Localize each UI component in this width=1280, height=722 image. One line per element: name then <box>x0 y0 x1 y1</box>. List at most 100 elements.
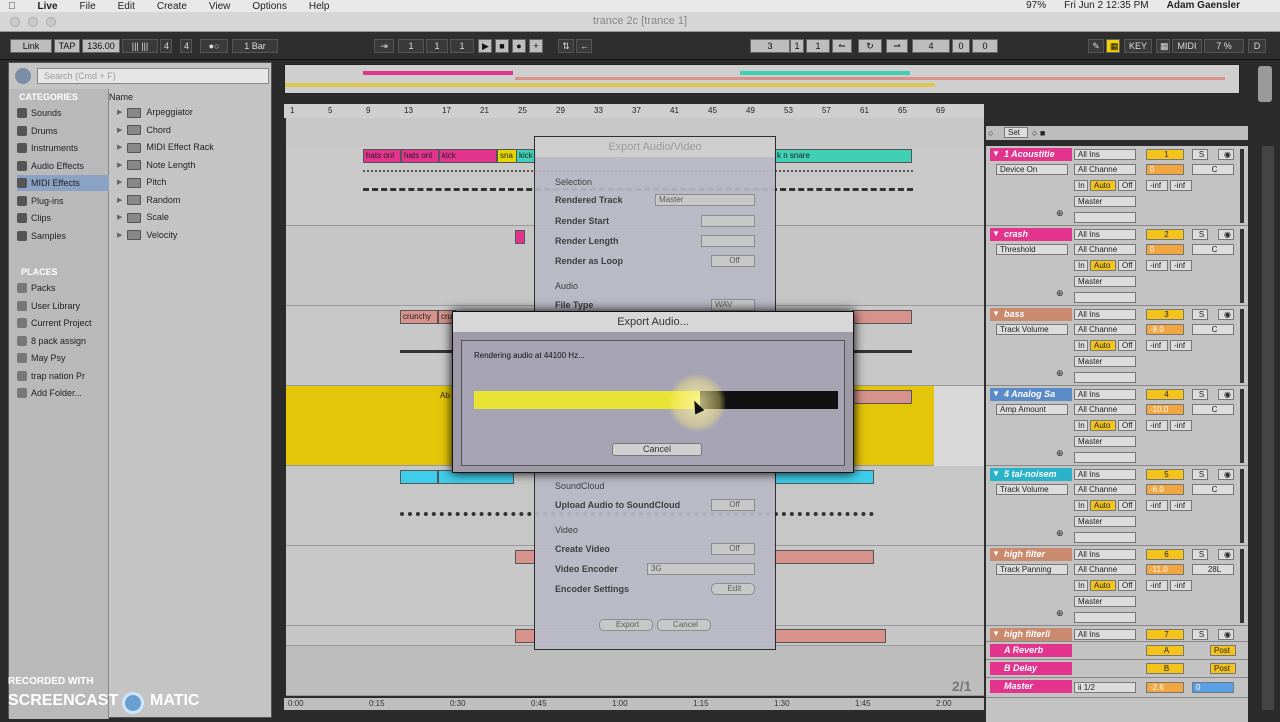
overview-scrollbar[interactable] <box>1258 66 1272 102</box>
monitor-off-button[interactable]: Off <box>1118 580 1136 591</box>
monitor-off-button[interactable]: Off <box>1118 340 1136 351</box>
arm-icon[interactable]: ◉ <box>1218 309 1234 320</box>
return-activator[interactable]: A <box>1146 645 1184 656</box>
play-icon[interactable]: ▶ <box>478 39 492 53</box>
zoom-window-icon[interactable] <box>46 17 56 27</box>
monitor-auto-button[interactable]: Auto <box>1090 580 1116 591</box>
track-fold-icon[interactable]: ▼ <box>992 389 1000 398</box>
expand-arrow-icon[interactable]: ▶ <box>117 192 122 209</box>
tap-tempo-button[interactable]: TAP <box>54 39 80 53</box>
computer-keyboard-icon[interactable]: ▦ <box>1106 39 1120 53</box>
fold-device-icon[interactable]: ⊕ <box>1056 288 1064 299</box>
category-drums[interactable]: Drums <box>17 123 109 139</box>
render-as-loop-toggle[interactable]: Off <box>711 255 755 267</box>
input-type-select[interactable]: All Ins <box>1074 469 1136 480</box>
create-video-toggle[interactable]: Off <box>711 543 755 555</box>
track-name[interactable]: bass <box>990 308 1072 321</box>
track-name[interactable]: 4 Analog Sa <box>990 388 1072 401</box>
clip-analog-right[interactable] <box>852 390 912 404</box>
master-pan[interactable]: 0 <box>1192 682 1234 693</box>
clip-filter-2[interactable] <box>774 550 874 564</box>
device-chooser[interactable]: Track Volume <box>996 484 1068 495</box>
output-select[interactable]: Master <box>1074 516 1136 527</box>
output-sub-select[interactable] <box>1074 292 1136 303</box>
send-a-value[interactable]: -inf <box>1146 180 1168 191</box>
solo-button[interactable]: S <box>1192 629 1208 640</box>
category-clips[interactable]: Clips <box>17 210 109 226</box>
beat-time-ruler[interactable]: 1 5 9 13 17 21 25 29 33 37 41 45 49 53 57 61 65 69 <box>284 104 984 118</box>
send-b-value[interactable]: -inf <box>1170 420 1192 431</box>
mixer-scrollbar[interactable] <box>1262 146 1274 710</box>
clip-snare-2[interactable]: k n snare <box>774 149 912 163</box>
clip-hats-1[interactable]: hats onl <box>363 149 401 163</box>
follow-icon[interactable]: ⇥ <box>374 39 394 53</box>
minimize-window-icon[interactable] <box>28 17 38 27</box>
place-item[interactable]: Packs <box>17 280 109 296</box>
input-channel-select[interactable]: All Channe <box>1074 164 1136 175</box>
solo-button[interactable]: S <box>1192 389 1208 400</box>
menu-live[interactable]: Live <box>38 1 58 12</box>
punch-in-icon[interactable]: ↼ <box>832 39 852 53</box>
metronome-icon[interactable]: ●○ <box>200 39 228 53</box>
output-select[interactable]: Master <box>1074 276 1136 287</box>
loop-start-bar[interactable]: 3 <box>750 39 790 53</box>
record-icon[interactable]: ● <box>512 39 526 53</box>
output-sub-select[interactable] <box>1074 452 1136 463</box>
place-item[interactable]: User Library <box>17 298 109 314</box>
menu-help[interactable]: Help <box>309 1 330 12</box>
browser-item[interactable]: ▶ Pitch <box>117 174 267 191</box>
expand-arrow-icon[interactable]: ▶ <box>117 122 122 139</box>
expand-arrow-icon[interactable]: ▶ <box>117 157 122 174</box>
device-chooser[interactable]: Threshold <box>996 244 1068 255</box>
pan-field[interactable]: C <box>1192 244 1234 255</box>
arm-icon[interactable]: ◉ <box>1218 229 1234 240</box>
menu-view[interactable]: View <box>209 1 231 12</box>
loop-length-bar[interactable]: 4 <box>912 39 950 53</box>
pan-field[interactable]: C <box>1192 484 1234 495</box>
clip-kick-2[interactable]: kick <box>516 149 536 163</box>
monitor-in-button[interactable]: In <box>1074 340 1088 351</box>
browser-search-input[interactable]: Search (Cmd + F) <box>37 68 269 84</box>
device-chooser[interactable]: Track Panning <box>996 564 1068 575</box>
loop-start-beat[interactable]: 1 <box>790 39 804 53</box>
send-a-value[interactable]: -inf <box>1146 420 1168 431</box>
expand-arrow-icon[interactable]: ▶ <box>117 139 122 156</box>
track-fold-icon[interactable]: ▼ <box>992 149 1000 158</box>
menu-edit[interactable]: Edit <box>118 1 135 12</box>
back-to-arrangement-icon[interactable]: ← <box>576 39 592 53</box>
send-b-value[interactable]: -inf <box>1170 500 1192 511</box>
arm-icon[interactable]: ◉ <box>1218 389 1234 400</box>
render-length-field[interactable] <box>701 235 755 247</box>
output-select[interactable]: Master <box>1074 356 1136 367</box>
time-ruler[interactable]: 0:00 0:15 0:30 0:45 1:00 1:15 1:30 1:45 2:00 <box>284 698 984 710</box>
track-fold-icon[interactable]: ▼ <box>992 309 1000 318</box>
device-chooser[interactable]: Track Volume <box>996 324 1068 335</box>
monitor-auto-button[interactable]: Auto <box>1090 500 1116 511</box>
solo-button[interactable]: S <box>1192 229 1208 240</box>
input-channel-select[interactable]: All Channe <box>1074 484 1136 495</box>
loop-start-sixteenth[interactable]: 1 <box>806 39 830 53</box>
input-channel-select[interactable]: All Channe <box>1074 244 1136 255</box>
arm-icon[interactable]: ◉ <box>1218 549 1234 560</box>
solo-button[interactable]: S <box>1192 309 1208 320</box>
track-fold-icon[interactable]: ▼ <box>992 469 1000 478</box>
clip-bass-right[interactable] <box>852 310 912 324</box>
position-beat[interactable]: 1 <box>426 39 448 53</box>
track-fold-icon[interactable]: ▼ <box>992 629 1000 638</box>
monitor-in-button[interactable]: In <box>1074 500 1088 511</box>
browser-item[interactable]: ▶ Velocity <box>117 227 267 244</box>
pan-field[interactable]: 28L <box>1192 564 1234 575</box>
device-chooser[interactable]: Amp Amount <box>996 404 1068 415</box>
device-chooser[interactable]: Device On <box>996 164 1068 175</box>
monitor-off-button[interactable]: Off <box>1118 420 1136 431</box>
send-a-value[interactable]: -inf <box>1146 260 1168 271</box>
track-name[interactable]: 5 tal-noisem <box>990 468 1072 481</box>
input-channel-select[interactable]: All Channe <box>1074 324 1136 335</box>
battery-level[interactable]: 97% <box>1026 0 1046 11</box>
browser-item[interactable]: ▶ Arpeggiator <box>117 104 267 121</box>
track-name[interactable]: high filter <box>990 548 1072 561</box>
monitor-off-button[interactable]: Off <box>1118 180 1136 191</box>
category-plug-ins[interactable]: Plug-ins <box>17 193 109 209</box>
export-cancel-button[interactable]: Cancel <box>657 619 711 631</box>
metronome-grid-icon[interactable]: ||| ||| <box>122 39 158 53</box>
